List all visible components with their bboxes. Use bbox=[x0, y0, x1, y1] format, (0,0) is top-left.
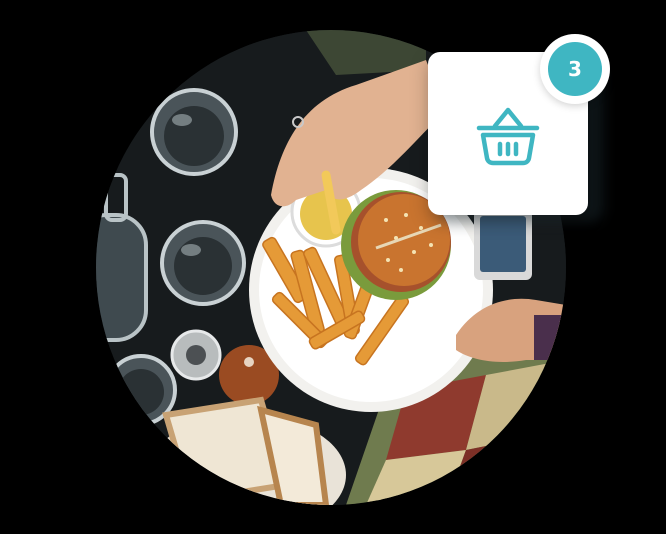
water-glass bbox=[150, 88, 238, 176]
shopping-basket-icon bbox=[473, 100, 543, 170]
cart-count-badge: 3 bbox=[540, 34, 610, 104]
cart-count: 3 bbox=[548, 42, 602, 96]
water-glass bbox=[160, 220, 246, 306]
